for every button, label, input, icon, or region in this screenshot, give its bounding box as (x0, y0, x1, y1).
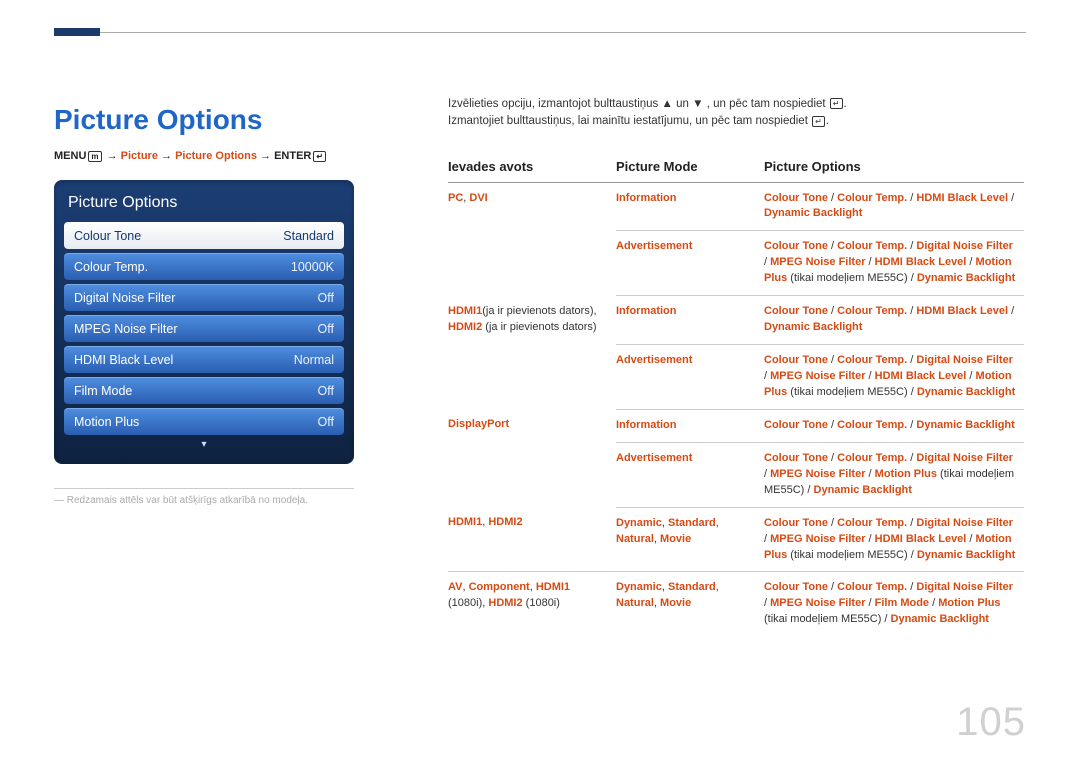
menu-item-colour-tone[interactable]: Colour Tone Standard (64, 222, 344, 249)
table-row: DisplayPortInformationColour Tone / Colo… (448, 409, 1024, 442)
cell-picture-options: Colour Tone / Colour Temp. / Digital Noi… (764, 507, 1024, 572)
table-row: HDMI1(ja ir pievienots dators), HDMI2 (j… (448, 296, 1024, 345)
cell-picture-mode: Advertisement (616, 345, 764, 410)
menu-item-colour-temp-[interactable]: Colour Temp. 10000K (64, 253, 344, 280)
intro-part: . (844, 98, 847, 110)
enter-icon: ↵ (812, 116, 825, 127)
cell-picture-mode: Advertisement (616, 442, 764, 507)
menu-icon: m (88, 151, 101, 162)
col-source: Ievades avots (448, 153, 616, 183)
menu-item-label: Motion Plus (74, 415, 139, 429)
menu-item-label: HDMI Black Level (74, 353, 173, 367)
breadcrumb-picture: Picture (121, 150, 158, 162)
col-picture-options: Picture Options (764, 153, 1024, 183)
table-row: PC, DVIInformationColour Tone / Colour T… (448, 182, 1024, 231)
menu-item-motion-plus[interactable]: Motion Plus Off (64, 408, 344, 435)
cell-picture-options: Colour Tone / Colour Temp. / Digital Noi… (764, 231, 1024, 296)
cell-source (448, 345, 616, 410)
cell-picture-mode: Information (616, 296, 764, 345)
menu-item-value: Off (318, 415, 334, 429)
menu-item-hdmi-black-level[interactable]: HDMI Black Level Normal (64, 346, 344, 373)
breadcrumb-picture-options: Picture Options (175, 150, 257, 162)
cell-picture-options: Colour Tone / Colour Temp. / Digital Noi… (764, 572, 1024, 636)
divider (54, 488, 354, 489)
header-rule (54, 32, 1026, 34)
cell-source: HDMI1(ja ir pievienots dators), HDMI2 (j… (448, 296, 616, 345)
menu-item-value: Standard (283, 229, 334, 243)
up-arrow-icon: ▲ (662, 98, 673, 110)
col-picture-mode: Picture Mode (616, 153, 764, 183)
cell-picture-mode: Information (616, 182, 764, 231)
options-table: Ievades avots Picture Mode Picture Optio… (448, 153, 1024, 637)
cell-picture-options: Colour Tone / Colour Temp. / HDMI Black … (764, 182, 1024, 231)
table-row: AdvertisementColour Tone / Colour Temp. … (448, 442, 1024, 507)
enter-icon: ↵ (830, 98, 843, 109)
page-number: 105 (956, 700, 1026, 745)
cell-source: PC, DVI (448, 182, 616, 231)
menu-item-label: Digital Noise Filter (74, 291, 175, 305)
intro-part: Izmantojiet bulttaustiņus, lai mainītu i… (448, 115, 811, 127)
table-row: AdvertisementColour Tone / Colour Temp. … (448, 231, 1024, 296)
intro-part: Izvēlieties opciju, izmantojot bulttaust… (448, 98, 662, 110)
cell-source (448, 231, 616, 296)
arrow-icon: → (107, 150, 121, 162)
scroll-down-icon[interactable]: ▾ (64, 439, 344, 450)
menu-item-label: Film Mode (74, 384, 132, 398)
cell-picture-mode: Information (616, 409, 764, 442)
cell-picture-options: Colour Tone / Colour Temp. / Digital Noi… (764, 345, 1024, 410)
breadcrumb-menu: MENU (54, 150, 86, 162)
cell-picture-options: Colour Tone / Colour Temp. / HDMI Black … (764, 296, 1024, 345)
cell-picture-options: Colour Tone / Colour Temp. / Dynamic Bac… (764, 409, 1024, 442)
menu-item-mpeg-noise-filter[interactable]: MPEG Noise Filter Off (64, 315, 344, 342)
menu-item-value: Off (318, 384, 334, 398)
cell-source (448, 442, 616, 507)
cell-picture-mode: Advertisement (616, 231, 764, 296)
cell-source: DisplayPort (448, 409, 616, 442)
menu-item-value: Off (318, 291, 334, 305)
arrow-icon: → (161, 150, 175, 162)
menu-item-value: 10000K (291, 260, 334, 274)
enter-icon: ↵ (313, 151, 326, 162)
menu-item-film-mode[interactable]: Film Mode Off (64, 377, 344, 404)
intro-part: un (676, 98, 692, 110)
menu-item-value: Normal (294, 353, 334, 367)
intro-part: , un pēc tam nospiediet (707, 98, 829, 110)
table-row: AdvertisementColour Tone / Colour Temp. … (448, 345, 1024, 410)
menu-item-label: Colour Temp. (74, 260, 148, 274)
cell-picture-options: Colour Tone / Colour Temp. / Digital Noi… (764, 442, 1024, 507)
osd-menu-title: Picture Options (64, 188, 344, 222)
intro-part: . (826, 115, 829, 127)
breadcrumb-enter: ENTER (274, 150, 311, 162)
table-row: HDMI1, HDMI2Dynamic, Standard, Natural, … (448, 507, 1024, 572)
menu-item-digital-noise-filter[interactable]: Digital Noise Filter Off (64, 284, 344, 311)
intro-text: Izvēlieties opciju, izmantojot bulttaust… (448, 96, 1024, 131)
arrow-icon: → (260, 150, 274, 162)
osd-menu-panel: Picture Options Colour ToneStandardColou… (54, 180, 354, 464)
menu-item-label: MPEG Noise Filter (74, 322, 178, 336)
cell-source: HDMI1, HDMI2 (448, 507, 616, 572)
cell-picture-mode: Dynamic, Standard, Natural, Movie (616, 507, 764, 572)
menu-item-value: Off (318, 322, 334, 336)
table-row: AV, Component, HDMI1 (1080i), HDMI2 (108… (448, 572, 1024, 636)
cell-picture-mode: Dynamic, Standard, Natural, Movie (616, 572, 764, 636)
down-arrow-icon: ▼ (692, 98, 703, 110)
cell-source: AV, Component, HDMI1 (1080i), HDMI2 (108… (448, 572, 616, 636)
menu-item-label: Colour Tone (74, 229, 141, 243)
